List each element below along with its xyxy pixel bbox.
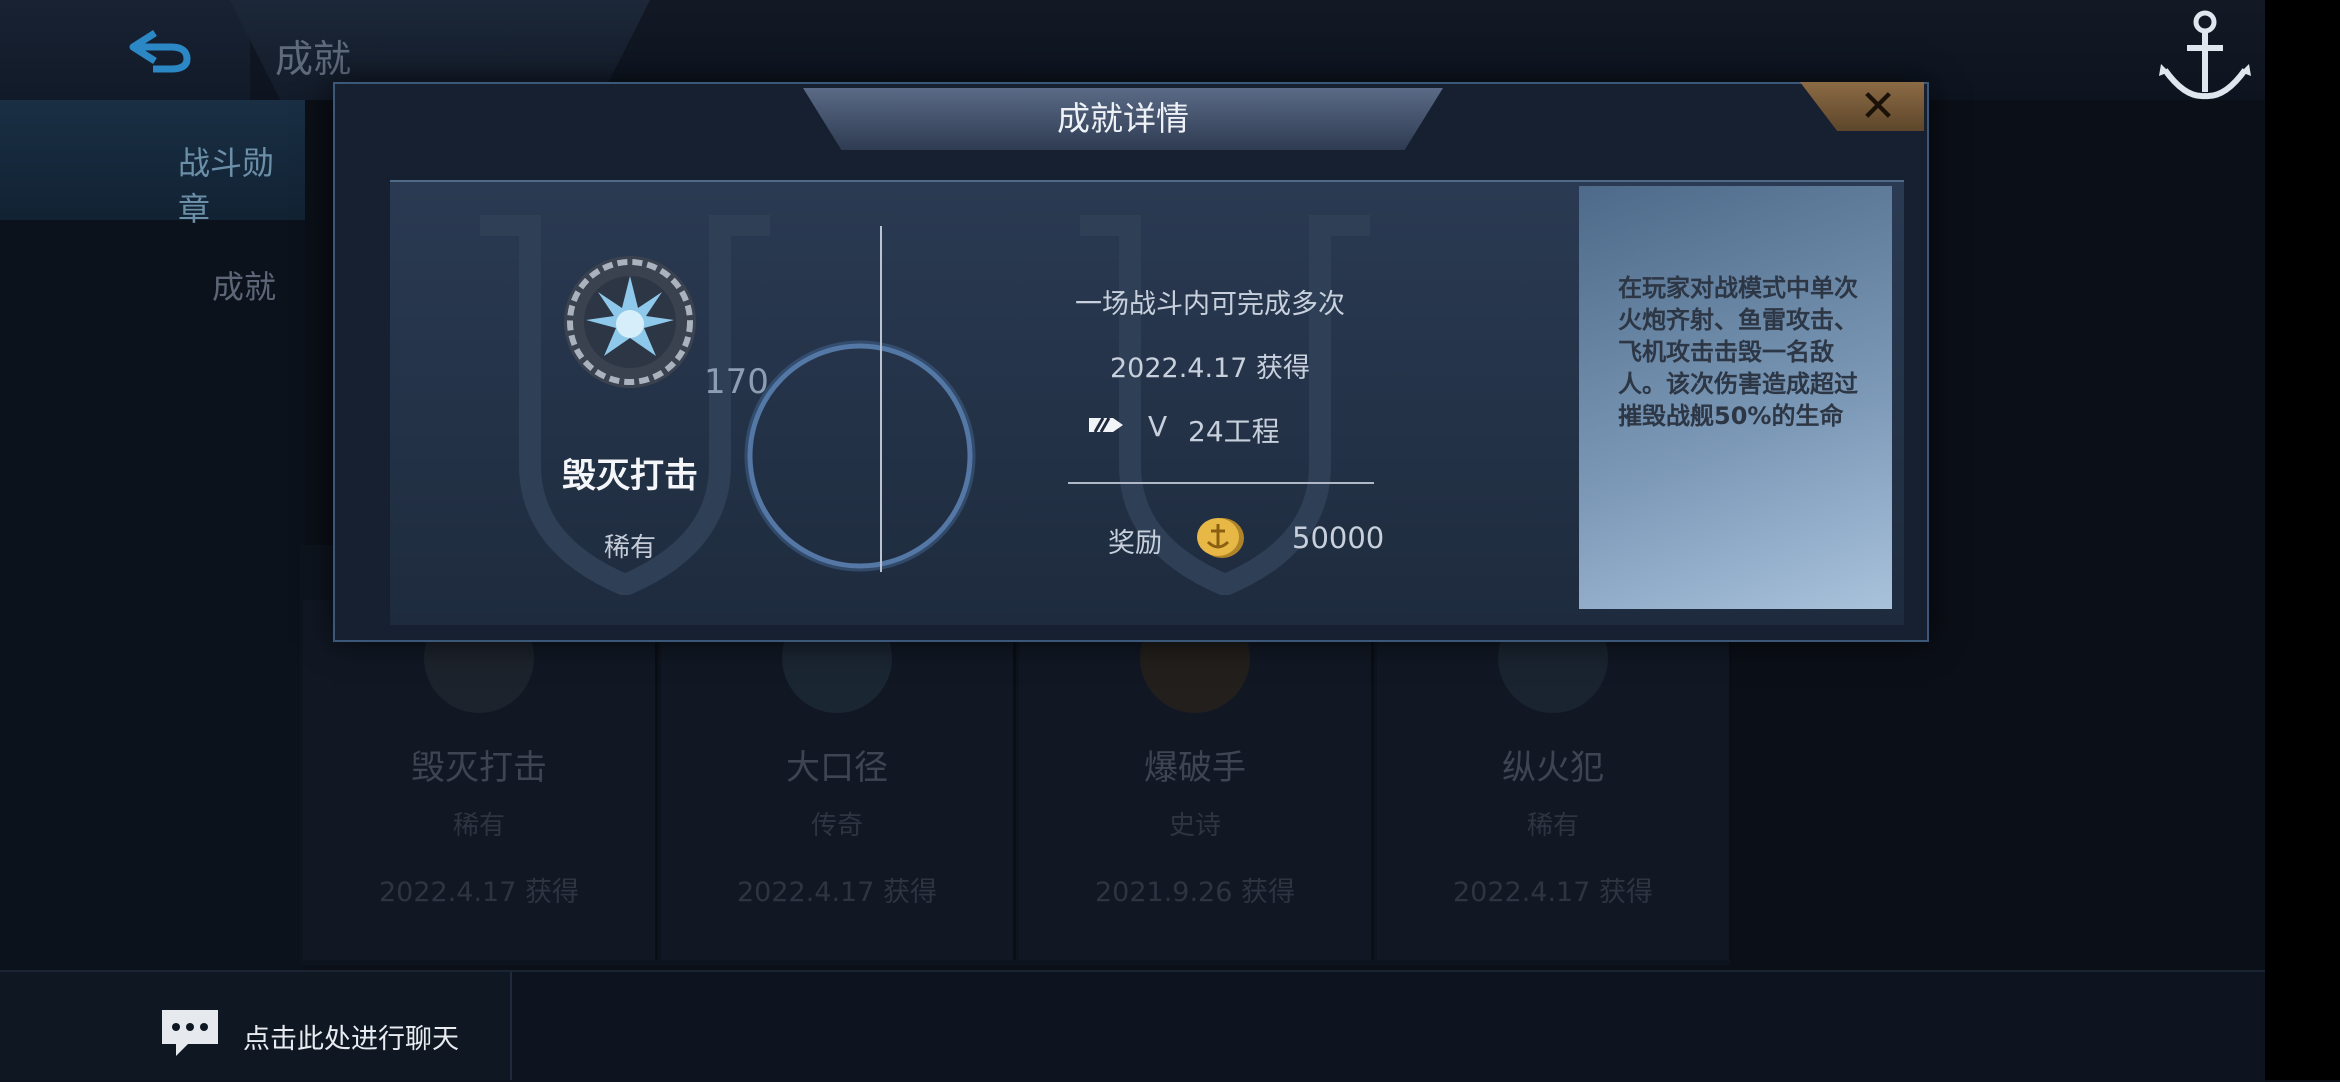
ship-type-icon [1089,417,1123,433]
reward-value: 50000 [1292,521,1385,555]
card-rarity: 稀有 [1526,811,1579,841]
achievement-description: 在玩家对战模式中单次火炮齐射、鱼雷攻击、飞机攻击击毁一名敌人。该次伤害造成超过摧… [1618,274,1858,430]
badge-name: 毁灭打击 [562,456,698,496]
card-name: 毁灭打击 [411,748,547,788]
reward-label: 奖励 [1108,528,1162,559]
card-date: 2022.4.17 获得 [1453,877,1653,908]
achievement-card[interactable]: 爆破手 史诗 2021.9.26 获得 [1019,600,1374,960]
sidebar-item-achievements[interactable]: 成就 [0,230,305,340]
modal-title: 成就详情 [1057,99,1189,138]
card-rarity: 史诗 [1168,811,1221,841]
condition-text: 一场战斗内可完成多次 [1075,289,1345,320]
divider [880,226,882,572]
card-date: 2022.4.17 获得 [737,877,937,908]
achievement-badge-icon [564,256,696,388]
anchor-icon[interactable] [2155,0,2255,110]
page-title: 成就 [275,37,352,81]
ship-tier: V [1148,410,1168,443]
badge-rarity: 稀有 [603,533,656,563]
card-rarity: 传奇 [810,811,863,841]
card-name: 大口径 [786,748,888,788]
chat-icon [162,1010,218,1056]
obtained-date: 2022.4.17 获得 [1110,353,1310,384]
sidebar-item-label: 成就 [212,268,277,306]
back-arrow-icon[interactable] [125,25,195,75]
sidebar-item-label: 战斗勋章 [178,144,275,228]
gold-coin-icon [1197,518,1244,558]
screen-edge [2265,0,2340,1080]
divider [1068,482,1374,484]
close-icon[interactable]: ✕ [1848,82,1908,131]
card-name: 爆破手 [1144,748,1246,788]
card-name: 纵火犯 [1502,748,1604,788]
ship-name: 24工程 [1188,415,1280,448]
achievement-card[interactable]: 大口径 传奇 2022.4.17 获得 [661,600,1016,960]
sidebar-item-battle-medals[interactable]: 战斗勋章 [0,100,305,228]
progress-count: 170 [704,362,769,402]
card-rarity: 稀有 [452,811,505,841]
achievement-card[interactable]: 毁灭打击 稀有 2022.4.17 获得 [303,600,658,960]
chat-button[interactable]: 点击此处进行聊天 [0,972,512,1080]
chat-label: 点击此处进行聊天 [243,1024,459,1055]
achievement-card[interactable]: 纵火犯 稀有 2022.4.17 获得 [1377,600,1732,960]
card-date: 2021.9.26 获得 [1095,877,1295,908]
card-date: 2022.4.17 获得 [379,877,579,908]
